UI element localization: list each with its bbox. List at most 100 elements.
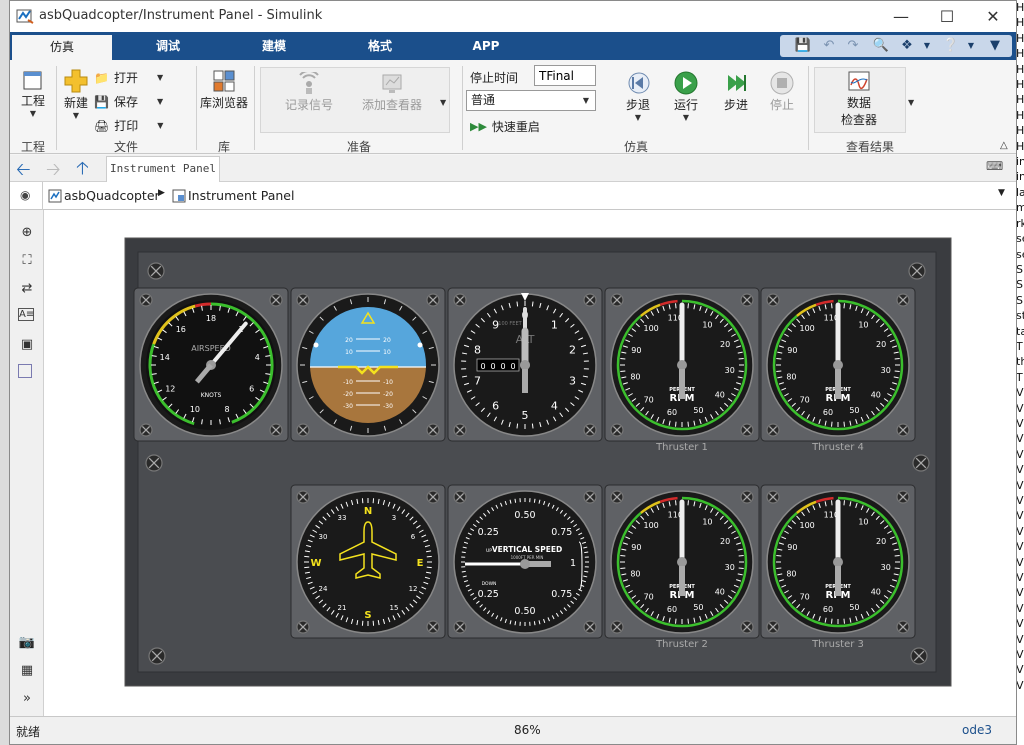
model-browser-icon[interactable]: ▦ xyxy=(18,662,36,680)
keyboard-icon[interactable]: ⌨ xyxy=(986,159,1003,173)
stop-button[interactable]: 停止 xyxy=(762,70,802,113)
tab-debug[interactable]: 调试 xyxy=(140,32,196,60)
step-back-button[interactable]: 步退 ▼ xyxy=(618,70,658,122)
tab-modeling[interactable]: 建模 xyxy=(246,32,302,60)
save-icon: 💾 xyxy=(94,94,109,109)
step-forward-button[interactable]: 步进 xyxy=(716,70,756,113)
background-text-fragment: H xyxy=(1016,47,1024,61)
screw-icon xyxy=(148,647,166,665)
heading-number: 12 xyxy=(409,585,418,593)
screw-icon xyxy=(740,293,754,307)
rpm-tick xyxy=(620,555,626,557)
altimeter-tick xyxy=(531,301,534,307)
new-button[interactable]: 新建 ▼ xyxy=(58,68,94,120)
simulation-mode-select[interactable]: 普通 ▼ xyxy=(466,90,596,111)
chevron-down-icon: ▼ xyxy=(72,111,80,120)
data-inspector-button[interactable]: 数据 检查器 xyxy=(822,70,896,128)
project-button[interactable]: 工程 ▼ xyxy=(14,68,52,118)
add-viewer-button[interactable]: 添加查看器 xyxy=(356,72,428,113)
rpm-tick-label: 10 xyxy=(702,517,712,526)
stop-time-input[interactable] xyxy=(534,65,596,86)
rpm-tick xyxy=(894,555,900,557)
solver-name[interactable]: ode3 xyxy=(962,723,992,737)
project-icon xyxy=(23,71,42,90)
rpm-tick-label: 30 xyxy=(881,563,891,572)
breadcrumb-root[interactable]: asbQuadcopter xyxy=(64,188,160,203)
heading-number: 6 xyxy=(411,533,416,541)
maximize-button[interactable]: ☐ xyxy=(924,1,970,32)
rpm-tick-label: 70 xyxy=(644,593,654,602)
background-text-fragment: in xyxy=(1016,170,1024,184)
library-browser-button[interactable]: 库浏览器 xyxy=(198,68,250,111)
undo-icon[interactable]: ↶ xyxy=(820,37,838,55)
background-window-right: HHHHHHHHHHininlamrkseseSSSsttaTthTVVVVVV… xyxy=(1016,0,1024,745)
tab-apps[interactable]: APP xyxy=(458,32,514,60)
thruster-label: Thruster 3 xyxy=(811,639,864,650)
tab-format[interactable]: 格式 xyxy=(352,32,408,60)
model-tab[interactable]: Instrument Panel xyxy=(106,156,220,182)
chevron-down-icon[interactable]: ▼ xyxy=(918,37,936,55)
print-label: 打印 xyxy=(114,119,139,133)
close-button[interactable]: ✕ xyxy=(970,1,1016,32)
stop-time-label: 停止时间 xyxy=(470,71,519,85)
model-icon xyxy=(48,189,62,203)
run-button[interactable]: 运行 ▼ xyxy=(666,70,706,122)
needle-hub xyxy=(520,360,530,370)
save-button[interactable]: 💾 保存 ▼ xyxy=(94,93,163,110)
rpm-tick xyxy=(675,500,677,506)
image-icon[interactable]: ▣ xyxy=(18,336,36,354)
zoom-icon[interactable]: ⊕ xyxy=(18,224,36,242)
help-icon[interactable]: ❔ xyxy=(942,37,960,55)
chevron-down-icon[interactable]: ▼ xyxy=(998,188,1005,198)
save-icon[interactable]: 💾 xyxy=(794,37,812,55)
tab-simulation[interactable]: 仿真 xyxy=(12,32,112,60)
breadcrumb-child[interactable]: Instrument Panel xyxy=(188,188,294,203)
expand-palette-icon[interactable]: » xyxy=(18,690,36,708)
screw-icon xyxy=(896,293,910,307)
background-text-fragment: V xyxy=(1016,432,1024,446)
print-button[interactable]: 🖨 打印 ▼ xyxy=(94,117,163,134)
screw-icon xyxy=(908,262,926,280)
hide-browser-icon[interactable]: ◉ xyxy=(20,188,30,202)
chevron-down-icon[interactable]: ▼ xyxy=(962,37,980,55)
gallery-expand-icon[interactable]: ▼ xyxy=(908,98,914,107)
screw-icon xyxy=(610,293,624,307)
screw-icon xyxy=(296,490,310,504)
tool-palette: ⊕ ⛶ ⇄ A≡ ▣ 📷 ▦ » xyxy=(10,210,44,716)
area-icon[interactable] xyxy=(18,364,32,378)
redo-icon[interactable]: ↷ xyxy=(844,37,862,55)
model-canvas[interactable]: 18246810121416AIRSPEEDKNOTS20201010-10-1… xyxy=(44,210,1016,716)
collapse-ribbon-icon[interactable]: △ xyxy=(1000,140,1008,151)
find-icon[interactable]: 🔍 xyxy=(872,37,890,55)
vsi-tick xyxy=(533,621,536,626)
screw-icon xyxy=(453,620,467,634)
altimeter-drum-digit: 0 xyxy=(500,362,505,371)
annotation-icon[interactable]: A≡ xyxy=(18,308,34,321)
fit-to-view-icon[interactable]: ⛶ xyxy=(18,252,36,270)
camera-icon[interactable]: 📷 xyxy=(18,634,36,652)
background-text-fragment: V xyxy=(1016,416,1024,430)
screw-icon xyxy=(610,490,624,504)
rpm-tick-label: 50 xyxy=(849,603,859,612)
thruster-label: Thruster 1 xyxy=(655,442,708,453)
collapse-ribbon-icon[interactable]: ▼ xyxy=(986,37,1004,55)
fast-restart-button[interactable]: ▶▶ 快速重启 xyxy=(470,118,540,135)
stop-icon xyxy=(770,71,794,95)
altimeter-tick-label: 5 xyxy=(522,409,529,422)
rpm-tick xyxy=(843,500,845,506)
step-back-label: 步退 xyxy=(625,98,650,112)
needle-hub xyxy=(677,360,687,370)
screw-icon xyxy=(896,620,910,634)
pin-icon[interactable]: ❖ xyxy=(898,37,916,55)
open-button[interactable]: 📁 打开 ▼ xyxy=(94,69,163,86)
rpm-tick-label: 50 xyxy=(849,406,859,415)
altimeter-tick xyxy=(531,423,534,429)
vsi-tick xyxy=(461,551,466,554)
rpm-tick-label: 70 xyxy=(800,396,810,405)
minimize-button[interactable]: — xyxy=(878,1,924,32)
thruster-label: Thruster 4 xyxy=(811,442,864,453)
arrow-direction-icon[interactable]: ⇄ xyxy=(18,280,36,298)
rpm-tick-label: 60 xyxy=(667,605,677,614)
gallery-expand-icon[interactable]: ▼ xyxy=(440,98,446,107)
log-signals-button[interactable]: 记录信号 xyxy=(276,72,342,113)
